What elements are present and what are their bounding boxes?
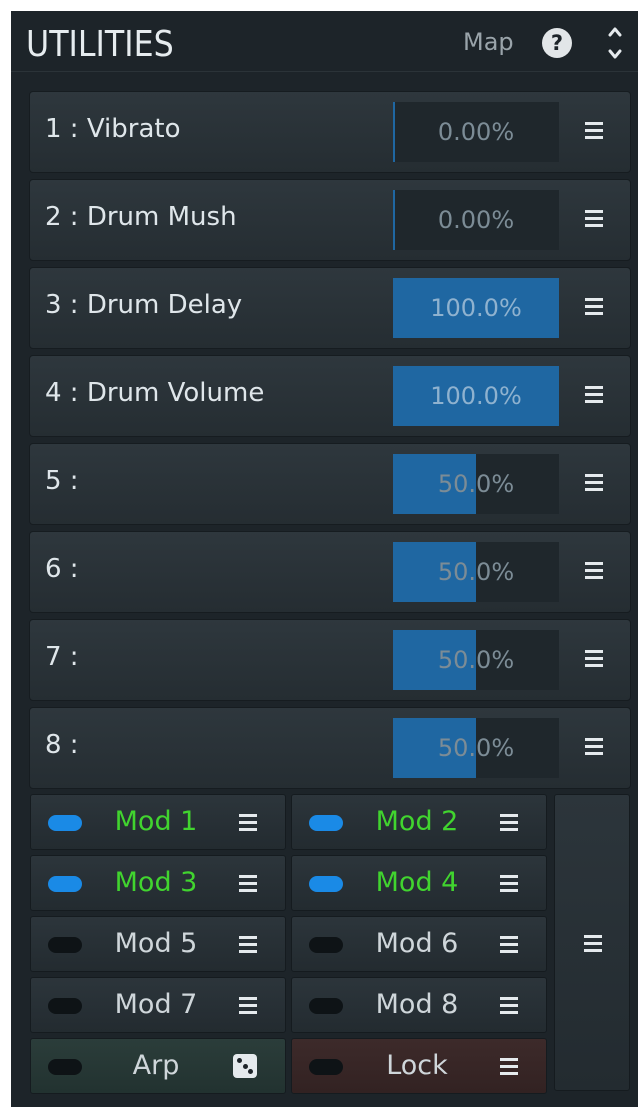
help-icon[interactable]: ? (542, 28, 572, 58)
parameter-row: 4 : Drum Volume 100.0% (29, 355, 631, 437)
menu-icon (584, 934, 602, 954)
panel-title: UTILITIES (26, 24, 174, 65)
parameter-label: 8 : (45, 730, 79, 760)
modulator-toggle-led[interactable] (309, 937, 343, 953)
parameter-row: 6 : 50.0% (29, 531, 631, 613)
lock-toggle-led[interactable] (309, 1059, 343, 1075)
parameter-value: 100.0% (430, 294, 522, 322)
menu-icon[interactable] (239, 935, 257, 955)
parameter-label: 4 : Drum Volume (45, 378, 265, 408)
parameter-row: 2 : Drum Mush 0.00% (29, 179, 631, 261)
modulator-button[interactable]: Mod 5 (30, 916, 286, 972)
modulator-button[interactable]: Mod 3 (30, 855, 286, 911)
menu-icon[interactable] (585, 297, 603, 317)
menu-icon[interactable] (585, 385, 603, 405)
parameter-row: 5 : 50.0% (29, 443, 631, 525)
modulator-label: Mod 3 (114, 867, 198, 898)
modulator-toggle-led[interactable] (48, 815, 82, 831)
parameter-value: 50.0% (437, 734, 515, 762)
parameter-label: 6 : (45, 554, 79, 584)
menu-icon[interactable] (585, 737, 603, 757)
map-button[interactable]: Map (463, 28, 514, 56)
parameter-slider[interactable]: 50.0% (393, 542, 559, 602)
parameter-slider[interactable]: 100.0% (393, 366, 559, 426)
dice-icon[interactable] (233, 1054, 257, 1078)
parameter-label: 5 : (45, 466, 79, 496)
modulator-toggle-led[interactable] (309, 876, 343, 892)
modulator-button[interactable]: Mod 6 (291, 916, 547, 972)
modulator-toggle-led[interactable] (48, 998, 82, 1014)
modulator-label: Mod 4 (375, 867, 459, 898)
menu-icon[interactable] (500, 935, 518, 955)
menu-icon[interactable] (585, 121, 603, 141)
modulator-toggle-led[interactable] (48, 876, 82, 892)
parameter-slider[interactable]: 50.0% (393, 718, 559, 778)
modulator-label: Mod 5 (114, 928, 198, 959)
parameter-row: 7 : 50.0% (29, 619, 631, 701)
parameter-label: 2 : Drum Mush (45, 202, 237, 232)
modulator-button[interactable]: Mod 4 (291, 855, 547, 911)
menu-icon[interactable] (500, 996, 518, 1016)
modulator-button[interactable]: Mod 2 (291, 794, 547, 850)
parameter-value: 0.00% (437, 206, 515, 234)
parameter-value: 50.0% (437, 558, 515, 586)
arp-button[interactable]: Arp (30, 1038, 286, 1094)
parameter-slider[interactable]: 0.00% (393, 190, 559, 250)
modulator-label: Mod 2 (375, 806, 459, 837)
modulator-toggle-led[interactable] (48, 937, 82, 953)
parameter-slider[interactable]: 0.00% (393, 102, 559, 162)
parameter-value: 0.00% (437, 118, 515, 146)
parameter-slider[interactable]: 100.0% (393, 278, 559, 338)
menu-icon[interactable] (239, 813, 257, 833)
modulator-button[interactable]: Mod 1 (30, 794, 286, 850)
header-divider (11, 71, 638, 72)
modulator-toggle-led[interactable] (309, 998, 343, 1014)
modulator-label: Mod 6 (375, 928, 459, 959)
utilities-panel: UTILITIES Map ? 1 : Vibrato 0.00% 2 : Drum… (11, 11, 638, 1107)
parameter-label: 7 : (45, 642, 79, 672)
menu-icon[interactable] (500, 874, 518, 894)
modulator-button[interactable]: Mod 7 (30, 977, 286, 1033)
lock-button[interactable]: Lock (291, 1038, 547, 1094)
arp-toggle-led[interactable] (48, 1059, 82, 1075)
parameter-value: 50.0% (437, 646, 515, 674)
parameter-label: 3 : Drum Delay (45, 290, 243, 320)
utilities-menu-button[interactable] (554, 794, 630, 1091)
parameter-slider[interactable]: 50.0% (393, 630, 559, 690)
menu-icon[interactable] (500, 1057, 518, 1077)
parameter-row: 3 : Drum Delay 100.0% (29, 267, 631, 349)
menu-icon[interactable] (239, 874, 257, 894)
modulator-label: Mod 1 (114, 806, 198, 837)
parameter-row: 1 : Vibrato 0.00% (29, 91, 631, 173)
menu-icon[interactable] (585, 473, 603, 493)
parameter-slider[interactable]: 50.0% (393, 454, 559, 514)
menu-icon[interactable] (585, 561, 603, 581)
parameter-label: 1 : Vibrato (45, 114, 181, 144)
menu-icon[interactable] (585, 649, 603, 669)
parameter-value: 100.0% (430, 382, 522, 410)
menu-icon[interactable] (239, 996, 257, 1016)
modulator-button[interactable]: Mod 8 (291, 977, 547, 1033)
collapse-arrows-icon[interactable] (607, 23, 623, 63)
parameter-row: 8 : 50.0% (29, 707, 631, 789)
modulator-label: Mod 8 (375, 989, 459, 1020)
arp-label: Arp (132, 1050, 180, 1081)
menu-icon[interactable] (585, 209, 603, 229)
modulator-toggle-led[interactable] (309, 815, 343, 831)
menu-icon[interactable] (500, 813, 518, 833)
lock-label: Lock (386, 1050, 448, 1081)
modulator-label: Mod 7 (114, 989, 198, 1020)
parameter-value: 50.0% (437, 470, 515, 498)
